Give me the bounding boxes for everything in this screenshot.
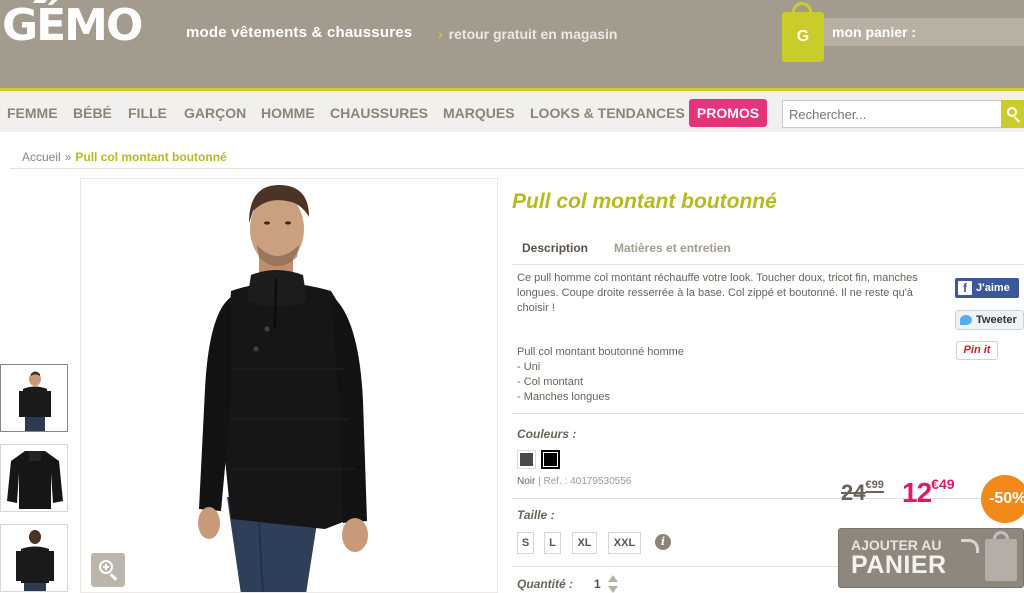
nav-item-garcon[interactable]: GARÇON <box>184 105 246 121</box>
discount-badge: -50% <box>981 475 1024 523</box>
selected-color: Noir | Ref. : 40179530556 <box>517 476 631 487</box>
tab-materials[interactable]: Matières et entretien <box>614 241 731 255</box>
nav-item-promos[interactable]: PROMOS <box>689 99 767 127</box>
quantity-down-icon[interactable] <box>608 586 618 593</box>
breadcrumb-separator: » <box>64 150 72 164</box>
pinterest-button[interactable]: Pin it <box>956 341 998 360</box>
color-swatch-black[interactable] <box>541 450 560 469</box>
free-return-link[interactable]: › retour gratuit en magasin <box>438 26 617 42</box>
thumbnail-front[interactable] <box>0 364 68 432</box>
facebook-icon: f <box>958 281 972 295</box>
breadcrumb-home[interactable]: Accueil <box>22 150 61 164</box>
feature-item: - Col montant <box>517 376 584 388</box>
old-price-cents: €99 <box>865 479 884 491</box>
zoom-plus-v <box>105 564 107 570</box>
nav-item-chaussures[interactable]: CHAUSSURES <box>330 105 428 121</box>
tabs-divider <box>512 264 1024 265</box>
old-price-main: 24 <box>841 480 866 505</box>
product-model-photo <box>81 179 497 592</box>
facebook-like-button[interactable]: f J'aime <box>955 278 1019 298</box>
old-price: 24€99 <box>841 479 884 506</box>
divider <box>512 413 1024 414</box>
thumbnail-flat[interactable] <box>0 444 68 512</box>
nav-item-marques[interactable]: MARQUES <box>443 105 515 121</box>
color-name-text: Noir <box>517 476 536 487</box>
feature-item: - Uni <box>517 361 541 373</box>
shopping-bag-icon <box>985 539 1017 581</box>
size-option-xxl[interactable]: XXL <box>608 532 641 554</box>
arrow-icon <box>961 539 979 553</box>
free-return-text: retour gratuit en magasin <box>448 26 618 42</box>
swatch-fill <box>520 453 533 466</box>
divider <box>10 168 1024 169</box>
quantity-up-icon[interactable] <box>608 575 618 582</box>
basket-button[interactable]: G mon panier : <box>780 2 1024 62</box>
thumbnail-back-image <box>1 525 67 591</box>
add-to-cart-line2: PANIER <box>851 551 947 579</box>
search-icon <box>1007 107 1017 117</box>
nav-item-femme[interactable]: FEMME <box>7 105 58 121</box>
swatch-fill <box>544 453 557 466</box>
thumbnail-back[interactable] <box>0 524 68 592</box>
new-price-main: 12 <box>902 477 932 508</box>
zoom-button[interactable] <box>91 553 125 587</box>
zoom-handle <box>109 573 118 581</box>
chevron-right-icon: › <box>438 26 443 42</box>
add-to-cart-button[interactable]: AJOUTER AU PANIER <box>838 528 1024 588</box>
ref-separator: | <box>538 476 541 487</box>
tweet-label: Tweeter <box>976 314 1017 326</box>
features-title: Pull col montant boutonné homme <box>517 346 684 358</box>
logo-text: GÉMO <box>2 0 143 51</box>
header-tagline: mode vêtements & chaussures <box>186 24 413 41</box>
nav-item-fille[interactable]: FILLE <box>128 105 167 121</box>
tweet-button[interactable]: Tweeter <box>955 310 1024 330</box>
new-price-cents: €49 <box>931 476 955 492</box>
search-input[interactable] <box>782 100 1004 128</box>
search-button[interactable] <box>1001 100 1024 128</box>
colors-label: Couleurs : <box>517 427 577 441</box>
product-description: Ce pull homme col montant réchauffe votr… <box>517 272 918 314</box>
twitter-icon <box>960 315 972 325</box>
size-option-l[interactable]: L <box>544 532 561 554</box>
product-features: Pull col montant boutonné homme - Uni - … <box>517 345 684 405</box>
thumbnail-front-image <box>1 365 67 431</box>
feature-item: - Manches longues <box>517 391 610 403</box>
thumbnail-flat-image <box>1 445 67 511</box>
quantity-value[interactable]: 1 <box>594 577 601 591</box>
tab-description[interactable]: Description <box>522 241 588 255</box>
search-icon-handle <box>1013 116 1021 123</box>
size-guide-info-icon[interactable]: i <box>655 534 671 550</box>
facebook-like-label: J'aime <box>976 282 1010 294</box>
nav-item-bebe[interactable]: BÉBÉ <box>73 105 112 121</box>
size-label: Taille : <box>517 508 555 522</box>
breadcrumb-current: Pull col montant boutonné <box>75 150 227 164</box>
main-product-image[interactable] <box>80 178 498 593</box>
size-option-xl[interactable]: XL <box>572 532 597 554</box>
shopping-bag-icon: G <box>782 12 824 62</box>
quantity-label: Quantité : <box>517 577 573 591</box>
size-option-s[interactable]: S <box>517 532 534 554</box>
gemo-logo[interactable]: GÉMO <box>0 0 150 60</box>
nav-item-homme[interactable]: HOMME <box>261 105 315 121</box>
product-reference: Ref. : 40179530556 <box>543 476 632 487</box>
new-price: 12€49 <box>902 476 955 509</box>
product-title: Pull col montant boutonné <box>512 190 777 213</box>
bag-letter: G <box>796 28 810 45</box>
site-header: GÉMO mode vêtements & chaussures › retour… <box>0 0 1024 88</box>
main-nav: FEMME BÉBÉ FILLE GARÇON HOMME CHAUSSURES… <box>0 88 1024 132</box>
color-swatch-dark-grey[interactable] <box>517 450 536 469</box>
breadcrumb: Accueil» Pull col montant boutonné <box>22 150 227 164</box>
nav-item-looks-tendances[interactable]: LOOKS & TENDANCES <box>530 105 685 121</box>
basket-label: mon panier : <box>832 24 917 40</box>
